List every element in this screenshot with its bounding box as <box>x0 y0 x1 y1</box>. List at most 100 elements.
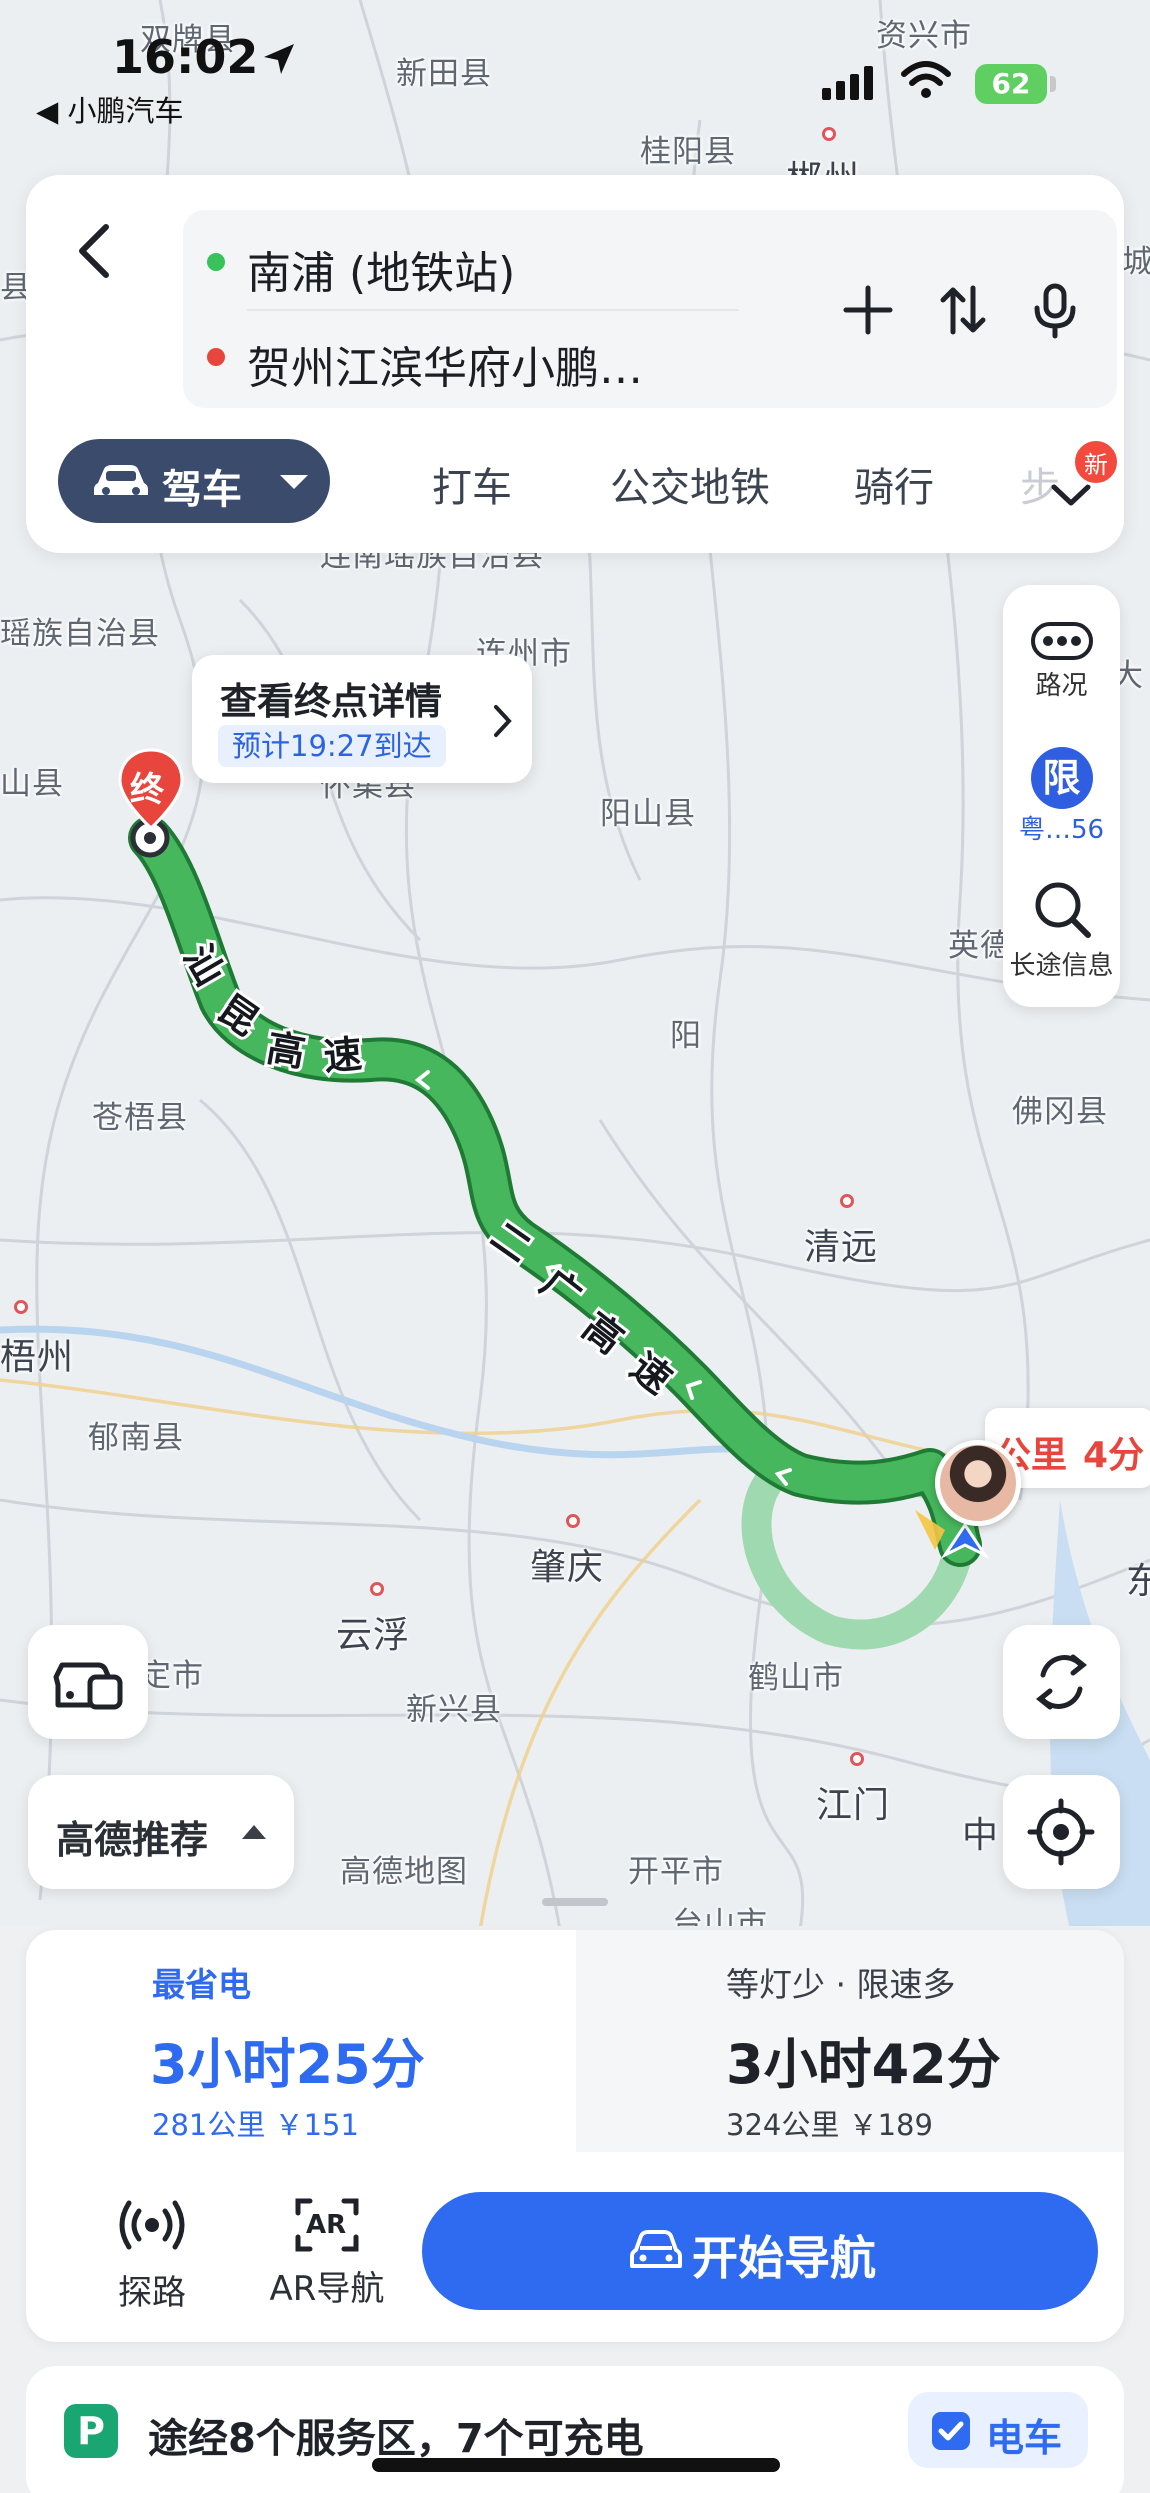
explore-route-button[interactable]: 探路 <box>82 2195 222 2314</box>
long-trip-info-label: 长途信息 <box>1009 951 1114 981</box>
route-plan-selected[interactable]: 最省电 3小时25分 281公里 ￥151 <box>26 1930 576 2152</box>
ar-navigation-button[interactable]: AR AR导航 <box>242 2195 412 2310</box>
city-dot <box>850 1752 864 1766</box>
map-label: 江门 <box>816 1785 891 1826</box>
battery-indicator: 62 <box>975 64 1047 104</box>
city-dot <box>840 1194 854 1208</box>
new-badge: 新 <box>1072 438 1120 486</box>
locate-me-button[interactable] <box>1003 1775 1120 1889</box>
user-avatar[interactable] <box>935 1440 1021 1526</box>
service-area-text: 途经8个服务区，7个可充电 <box>148 2416 644 2462</box>
car-icon <box>94 465 148 495</box>
refresh-icon <box>1035 1654 1088 1710</box>
ar-icon: AR <box>292 2195 362 2255</box>
back-arrow-icon[interactable] <box>66 215 126 285</box>
caret-up-icon <box>242 1825 266 1839</box>
ev-filter-label: 电车 <box>986 2416 1063 2460</box>
route-search-card: 南浦 (地铁站) 贺州江滨华府小鹏… 驾车 打车 公交地铁 骑行 步 <box>26 175 1124 553</box>
main-route[interactable] <box>132 820 978 1563</box>
map-label: 阳山县 <box>600 796 696 832</box>
map-label: 山县 <box>0 766 64 802</box>
traffic-button[interactable]: 路况 <box>1003 621 1120 702</box>
route-plans-card: 最省电 3小时25分 281公里 ￥151 等灯少 · 限速多 3小时42分 3… <box>26 1930 1124 2342</box>
map-label: 瑶族自治县 <box>0 616 160 652</box>
long-trip-info-button[interactable]: 长途信息 <box>1003 877 1120 982</box>
map-label: 新兴县 <box>406 1692 502 1728</box>
car-icon <box>630 2230 682 2268</box>
add-waypoint-icon[interactable] <box>838 280 898 340</box>
crosshair-icon <box>1027 1798 1095 1866</box>
map-label: 苍梧县 <box>92 1100 188 1136</box>
origin-input[interactable]: 南浦 (地铁站) <box>247 237 515 301</box>
limit-badge-icon: 限 <box>1030 747 1093 809</box>
destination-row[interactable]: 贺州江滨华府小鹏… <box>183 310 743 400</box>
map-label: 桂阳县 <box>640 134 736 170</box>
map-brand: 高德地图 <box>340 1854 468 1890</box>
destination-pin-label: 终 <box>130 770 164 810</box>
ar-badge: AR <box>306 2210 347 2240</box>
map-label: 鹤山市 <box>748 1660 844 1696</box>
parking-icon: P <box>64 2404 118 2458</box>
plan-meta: 324公里 ￥189 <box>726 2108 933 2142</box>
map-label: 东 <box>1126 1561 1150 1602</box>
tab-taxi[interactable]: 打车 <box>432 455 512 513</box>
destination-detail-popup[interactable]: 查看终点详情 预计19:27到达 <box>192 655 532 783</box>
service-area-bar[interactable]: P 途经8个服务区，7个可充电 电车 <box>26 2366 1124 2493</box>
checkbox-checked-icon <box>932 2412 970 2450</box>
traffic-icon <box>1030 622 1093 660</box>
sheet-grabber[interactable] <box>542 1898 608 1906</box>
plan-meta: 281公里 ￥151 <box>152 2108 359 2142</box>
chevron-right-icon <box>494 705 512 737</box>
ev-filter-chip[interactable]: 电车 <box>908 2392 1088 2468</box>
microphone-icon[interactable] <box>1025 280 1085 340</box>
tab-drive-label: 驾车 <box>162 467 242 513</box>
status-time: 16:02 <box>112 30 259 84</box>
map-label: 开平市 <box>628 1854 724 1890</box>
destination-input[interactable]: 贺州江滨华府小鹏… <box>247 332 643 396</box>
back-to-app-link[interactable]: ◀ 小鹏汽车 <box>36 88 184 130</box>
traffic-label: 路况 <box>1035 671 1088 701</box>
route-plan-alternate[interactable]: 等灯少 · 限速多 3小时42分 324公里 ￥189 <box>576 1930 1124 2152</box>
dropdown-caret-icon <box>280 475 308 489</box>
route-preference-dropdown[interactable]: 高德推荐 <box>28 1775 294 1889</box>
tab-drive[interactable]: 驾车 <box>58 439 330 523</box>
plan-tag: 最省电 <box>152 1965 251 2004</box>
city-dot <box>14 1300 28 1314</box>
battery-tip <box>1050 76 1056 92</box>
map-tools-panel: 路况 限 粤…56 长途信息 <box>1003 585 1120 1007</box>
wifi-icon <box>901 61 951 98</box>
map-label: 郁南县 <box>88 1420 184 1456</box>
plan-duration: 3小时25分 <box>150 2033 425 2096</box>
map-label: 阳 <box>670 1018 702 1054</box>
map-label: 佛冈县 <box>1012 1094 1108 1130</box>
destination-detail-title: 查看终点详情 <box>220 680 442 723</box>
map-label: 城 <box>1122 244 1150 280</box>
map-label: 云浮 <box>336 1615 411 1656</box>
map-label: 中 <box>962 1815 1000 1856</box>
map-label: 梧州 <box>0 1337 75 1378</box>
explore-label: 探路 <box>118 2273 186 2313</box>
cellular-signal-icon <box>822 66 873 100</box>
eta-chip: 预计19:27到达 <box>218 725 446 767</box>
refresh-route-button[interactable] <box>1003 1625 1120 1739</box>
car-settings-icon <box>53 1662 123 1710</box>
tab-cycling[interactable]: 骑行 <box>854 455 934 513</box>
travel-mode-tabs: 驾车 打车 公交地铁 骑行 步 <box>58 439 1098 525</box>
destination-dot-icon <box>207 348 225 366</box>
map-label: 定市 <box>140 1658 204 1694</box>
route-input-box: 南浦 (地铁站) 贺州江滨华府小鹏… <box>183 210 1117 408</box>
tab-transit[interactable]: 公交地铁 <box>610 455 770 513</box>
plan-tag: 等灯少 · 限速多 <box>726 1965 956 2004</box>
city-dot <box>370 1582 384 1596</box>
plate-limit-button[interactable]: 限 粤…56 <box>1003 747 1120 846</box>
swap-route-icon[interactable] <box>933 280 993 340</box>
city-dot <box>566 1514 580 1528</box>
ar-navigation-label: AR导航 <box>269 2269 385 2309</box>
search-icon <box>1035 882 1091 938</box>
start-navigation-button[interactable]: 开始导航 <box>422 2192 1098 2310</box>
eta-time-fragment: 4分 <box>1083 1435 1145 1476</box>
vehicle-settings-button[interactable] <box>28 1625 148 1739</box>
origin-row[interactable]: 南浦 (地铁站) <box>183 215 743 305</box>
map-label: 肇庆 <box>530 1547 605 1588</box>
status-bar: 16:02 ◀ 小鹏汽车 62 <box>0 0 1150 130</box>
